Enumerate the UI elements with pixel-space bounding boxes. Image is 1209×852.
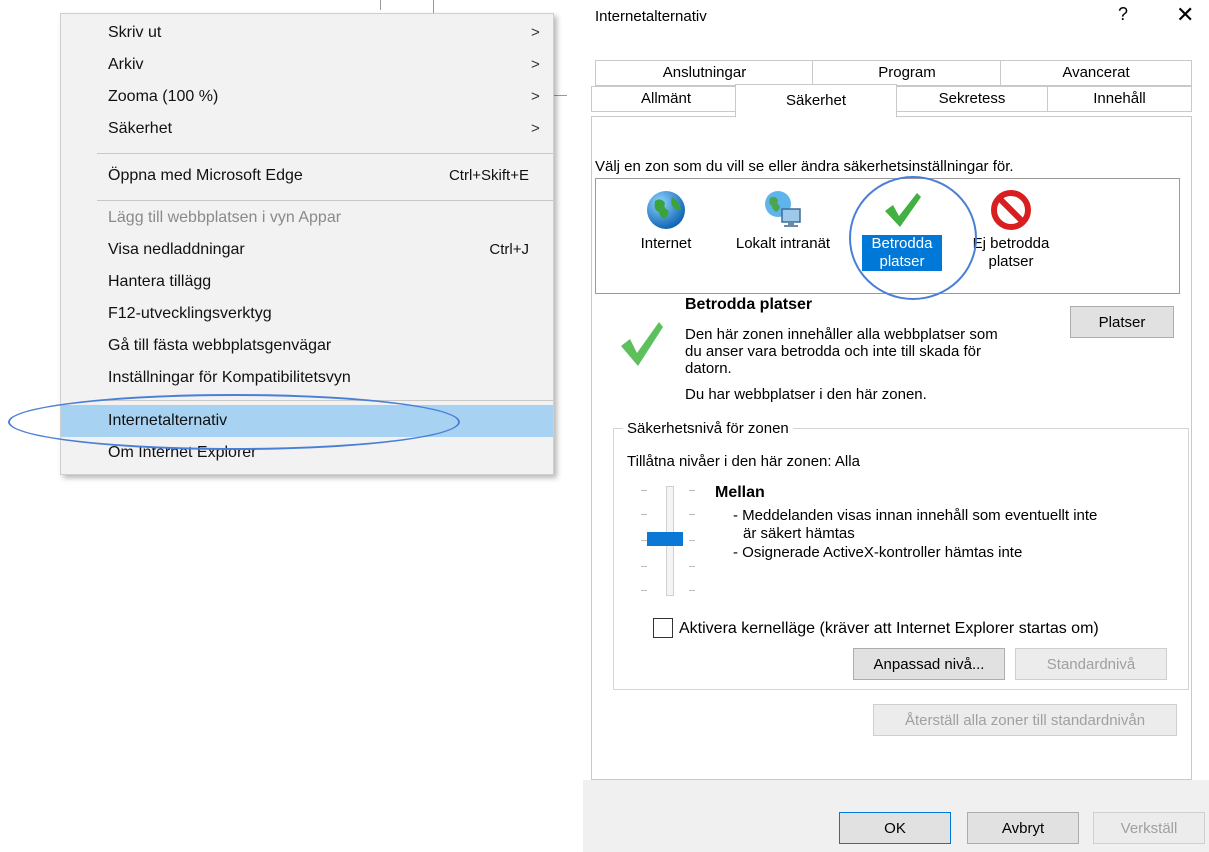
zone-trusted-sites[interactable]: Betrodda platser <box>858 189 946 271</box>
menu-item-f12-tools[interactable]: F12-utvecklingsverktyg <box>61 298 553 330</box>
menu-item-label: Lägg till webbplatsen i vyn Appar <box>108 209 342 226</box>
zone-list: Internet Lokalt intranät Betrodda platse… <box>595 178 1180 294</box>
zone-label: platser <box>988 253 1034 270</box>
submenu-arrow-icon: > <box>531 120 540 137</box>
dialog-title: Internetalternativ <box>595 8 707 25</box>
menu-item-shortcut: Ctrl+Skift+E <box>448 167 529 184</box>
cancel-button[interactable]: Avbryt <box>967 812 1079 844</box>
menu-item-label: Gå till fästa webbplatsgenvägar <box>108 337 332 354</box>
slider-tick <box>641 590 647 591</box>
menu-item-shortcut: Ctrl+J <box>489 241 529 258</box>
slider-tick <box>641 514 647 515</box>
menu-separator <box>97 400 553 401</box>
zone-description: du anser vara betrodda och inte till ska… <box>685 343 982 360</box>
slider-tick <box>689 590 695 591</box>
reset-all-zones-button: Återställ alla zoner till standardnivån <box>873 704 1177 736</box>
level-description: - Meddelanden visas innan innehåll som e… <box>733 507 1098 524</box>
kernel-mode-label[interactable]: Aktivera kernelläge (kräver att Internet… <box>679 620 1099 638</box>
custom-level-button[interactable]: Anpassad nivå... <box>853 648 1005 680</box>
zone-prompt: Välj en zon som du vill se eller ändra s… <box>595 158 1014 175</box>
default-level-button: Standardnivå <box>1015 648 1167 680</box>
level-description: - Osignerade ActiveX-kontroller hämtas i… <box>733 544 1023 561</box>
menu-item-add-to-apps: Lägg till webbplatsen i vyn Appar <box>61 202 553 234</box>
tab-privacy[interactable]: Sekretess <box>895 86 1049 112</box>
slider-tick <box>689 566 695 567</box>
security-level-slider[interactable] <box>641 486 697 596</box>
slider-tick <box>641 566 647 567</box>
zone-title: Betrodda platser <box>685 296 813 313</box>
level-name: Mellan <box>715 484 765 501</box>
menu-item-label: F12-utvecklingsverktyg <box>108 305 272 322</box>
sites-button[interactable]: Platser <box>1070 306 1174 338</box>
browser-toolbar-fragment <box>433 0 434 13</box>
group-title: Säkerhetsnivå för zonen <box>623 420 793 437</box>
menu-separator <box>97 153 553 154</box>
internet-options-dialog: Internetalternativ ? ✕ Anslutningar Prog… <box>583 0 1209 852</box>
menu-item-label: Visa nedladdningar <box>108 241 245 258</box>
computer-globe-icon <box>765 191 801 227</box>
zone-label: Internet <box>640 235 692 252</box>
kernel-mode-checkbox[interactable] <box>653 618 673 638</box>
checkmark-icon <box>621 322 663 366</box>
slider-tick <box>641 490 647 491</box>
menu-item-safety[interactable]: Säkerhet > <box>61 113 553 145</box>
menu-item-pinned-sites[interactable]: Gå till fästa webbplatsgenvägar <box>61 330 553 362</box>
browser-toolbar-fragment <box>380 0 381 10</box>
menu-item-print[interactable]: Skriv ut > <box>61 17 553 49</box>
slider-tick <box>689 514 695 515</box>
zone-description: Den här zonen innehåller alla webbplatse… <box>685 326 998 343</box>
submenu-arrow-icon: > <box>531 56 540 73</box>
zone-has-sites-text: Du har webbplatser i den här zonen. <box>685 386 927 403</box>
browser-toolbar-fragment <box>553 95 567 96</box>
close-icon[interactable]: ✕ <box>1176 2 1194 28</box>
globe-icon <box>647 191 685 229</box>
tools-context-menu: Skriv ut > Arkiv > Zooma (100 %) > Säker… <box>60 13 554 475</box>
checkmark-icon <box>885 193 921 227</box>
tab-connections[interactable]: Anslutningar <box>595 60 814 86</box>
menu-item-label: Inställningar för Kompatibilitetsvyn <box>108 369 351 386</box>
zone-label: Betrodda <box>862 235 942 253</box>
menu-separator <box>97 200 553 201</box>
submenu-arrow-icon: > <box>531 24 540 41</box>
menu-item-manage-addons[interactable]: Hantera tillägg <box>61 266 553 298</box>
menu-item-label: Arkiv <box>108 56 144 73</box>
zone-description: datorn. <box>685 360 732 377</box>
menu-item-open-with-edge[interactable]: Öppna med Microsoft Edge Ctrl+Skift+E <box>61 160 553 192</box>
apply-button: Verkställ <box>1093 812 1205 844</box>
menu-item-internet-options[interactable]: Internetalternativ <box>61 405 553 437</box>
slider-tick <box>689 540 695 541</box>
menu-item-label: Öppna med Microsoft Edge <box>108 167 303 184</box>
zone-label: Lokalt intranät <box>735 235 831 252</box>
menu-item-label: Hantera tillägg <box>108 273 212 290</box>
menu-item-compat-view[interactable]: Inställningar för Kompatibilitetsvyn <box>61 362 553 394</box>
menu-item-zoom[interactable]: Zooma (100 %) > <box>61 81 553 113</box>
menu-item-label: Om Internet Explorer <box>108 444 257 461</box>
zone-internet[interactable]: Internet <box>626 189 706 253</box>
tab-general[interactable]: Allmänt <box>591 86 741 112</box>
submenu-arrow-icon: > <box>531 88 540 105</box>
zone-label: platser <box>862 253 942 271</box>
ok-button[interactable]: OK <box>839 812 951 844</box>
menu-item-label: Zooma (100 %) <box>108 88 219 105</box>
menu-item-label: Internetalternativ <box>108 412 228 429</box>
blocked-icon <box>991 190 1031 230</box>
menu-item-view-downloads[interactable]: Visa nedladdningar Ctrl+J <box>61 234 553 266</box>
tab-advanced[interactable]: Avancerat <box>1000 60 1192 86</box>
help-button[interactable]: ? <box>1118 4 1128 25</box>
menu-item-label: Säkerhet <box>108 120 173 137</box>
zone-local-intranet[interactable]: Lokalt intranät <box>718 189 848 253</box>
zone-restricted-sites[interactable]: Ej betrodda platser <box>956 189 1066 271</box>
tab-content[interactable]: Innehåll <box>1047 86 1192 112</box>
level-description: är säkert hämtas <box>743 525 855 542</box>
tab-programs[interactable]: Program <box>812 60 1002 86</box>
menu-item-label: Skriv ut <box>108 24 162 41</box>
slider-tick <box>689 490 695 491</box>
allowed-levels-text: Tillåtna nivåer i den här zonen: Alla <box>627 453 860 470</box>
menu-item-about-ie[interactable]: Om Internet Explorer <box>61 437 553 469</box>
zone-label: Ej betrodda <box>972 235 1050 252</box>
tab-security[interactable]: Säkerhet <box>735 84 897 118</box>
menu-item-file[interactable]: Arkiv > <box>61 49 553 81</box>
slider-thumb[interactable] <box>647 532 683 546</box>
